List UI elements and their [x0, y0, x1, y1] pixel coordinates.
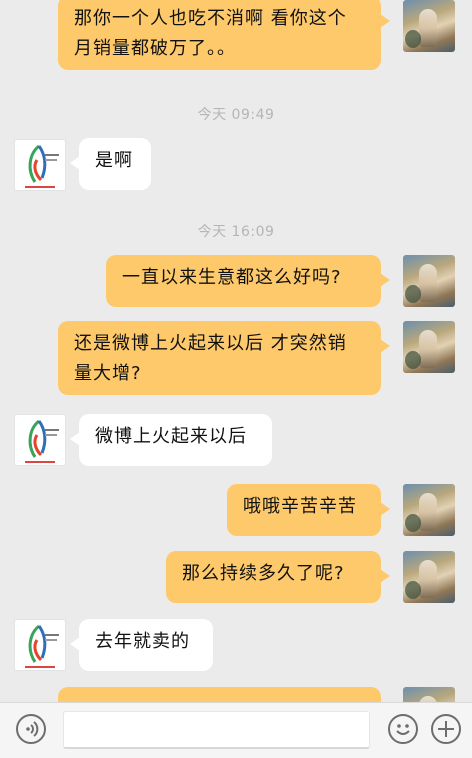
message-bubble-incoming[interactable]: 微博上火起来以后: [70, 414, 272, 466]
contact-avatar[interactable]: [14, 139, 66, 191]
message-text: 是啊: [95, 150, 133, 171]
my-avatar[interactable]: [403, 484, 455, 536]
message-text: 还是微博上火起来以后 才突然销量大增?: [74, 333, 347, 384]
contact-logo-icon: [25, 419, 59, 463]
message-text: 微博上火起来以后: [95, 426, 247, 447]
my-avatar[interactable]: [403, 321, 455, 373]
message-bubble-incoming[interactable]: 是啊: [70, 138, 151, 190]
message-bubble-outgoing[interactable]: 哦哦辛苦辛苦: [227, 484, 390, 536]
my-avatar[interactable]: [403, 0, 455, 52]
message-bubble-outgoing[interactable]: 一直以来生意都这么好吗?: [106, 255, 390, 307]
message-text: 去年就卖的: [95, 631, 190, 652]
add-icon: [438, 721, 454, 737]
contact-avatar[interactable]: [14, 619, 66, 671]
timestamp: 今天 16:09: [197, 224, 275, 240]
voice-button[interactable]: [16, 714, 46, 744]
message-text: 那么持续多久了呢?: [182, 563, 345, 584]
contact-avatar[interactable]: [14, 414, 66, 466]
my-avatar[interactable]: [403, 687, 455, 702]
message-bubble-outgoing[interactable]: 还是微博上火起来以后 才突然销量大增?: [58, 321, 390, 395]
voice-icon: [26, 721, 39, 737]
add-button[interactable]: [431, 714, 461, 744]
input-bar: [0, 702, 472, 758]
my-avatar[interactable]: [403, 255, 455, 307]
message-bubble-incoming[interactable]: 去年就卖的: [70, 619, 213, 671]
emoji-button[interactable]: [388, 714, 418, 744]
contact-logo-icon: [25, 144, 59, 188]
message-input[interactable]: [63, 711, 370, 749]
my-avatar[interactable]: [403, 551, 455, 603]
emoji-icon: [396, 724, 410, 735]
timestamp: 今天 09:49: [197, 107, 275, 123]
message-bubble-outgoing-partial[interactable]: [58, 687, 381, 702]
message-text: 一直以来生意都这么好吗?: [122, 267, 342, 288]
message-text: 哦哦辛苦辛苦: [243, 496, 357, 517]
chat-message-list[interactable]: 那你一个人也吃不消啊 看你这个月销量都破万了。。 今天 09:49 是啊 今天 …: [0, 0, 472, 702]
message-bubble-outgoing[interactable]: 那么持续多久了呢?: [166, 551, 390, 603]
message-text: 那你一个人也吃不消啊 看你这个月销量都破万了。。: [74, 8, 347, 59]
message-bubble-outgoing[interactable]: 那你一个人也吃不消啊 看你这个月销量都破万了。。: [58, 0, 390, 70]
contact-logo-icon: [25, 624, 59, 668]
